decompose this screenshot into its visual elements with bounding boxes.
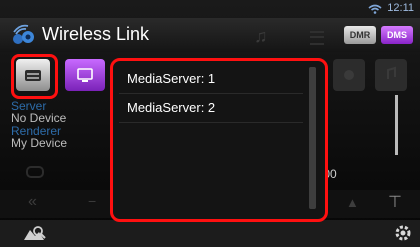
rewind-icon: « [28,193,37,210]
page-title: Wireless Link [42,24,150,44]
clock: 12:11 [387,2,414,14]
server-value: No Device [11,111,67,125]
dms-button[interactable]: DMS [381,26,413,44]
antenna-icon: ⊤ [388,194,402,211]
device-list-button[interactable] [16,59,50,91]
bg-button-1 [333,59,365,91]
minus-icon: − [88,193,97,209]
disc-icon [344,70,354,80]
wireless-link-screen: 12:11 Wireless Link ♫ DMR DMS Server No … [0,0,420,247]
wireless-link-icon [13,24,34,44]
list-icon [310,31,324,45]
media-server-item[interactable]: MediaServer: 1 [119,65,303,94]
popup-scrollbar[interactable] [309,67,316,209]
wifi-icon [368,4,382,14]
renderer-value: My Device [11,136,68,150]
search-icon[interactable] [22,222,48,244]
panel-scrollbar[interactable] [395,95,398,155]
popup-scroll-thumb[interactable] [309,67,316,209]
media-server-popup: MediaServer: 1 MediaServer: 2 [110,58,328,222]
media-server-list: MediaServer: 1 MediaServer: 2 [119,65,303,123]
bg-button-2 [375,59,407,91]
monitor-icon [77,68,93,82]
dmr-button[interactable]: DMR [344,26,376,44]
device-icon [25,70,41,81]
music-icon [387,66,396,79]
music-note-icon: ♫ [254,26,268,46]
status-bar: 12:11 [0,0,420,18]
screen-button[interactable] [65,59,105,91]
thumb-icon: ▲ [346,195,359,210]
media-server-item[interactable]: MediaServer: 2 [119,94,303,123]
bottom-bar [0,220,420,247]
gear-icon[interactable] [392,222,414,244]
repeat-icon [26,166,44,178]
